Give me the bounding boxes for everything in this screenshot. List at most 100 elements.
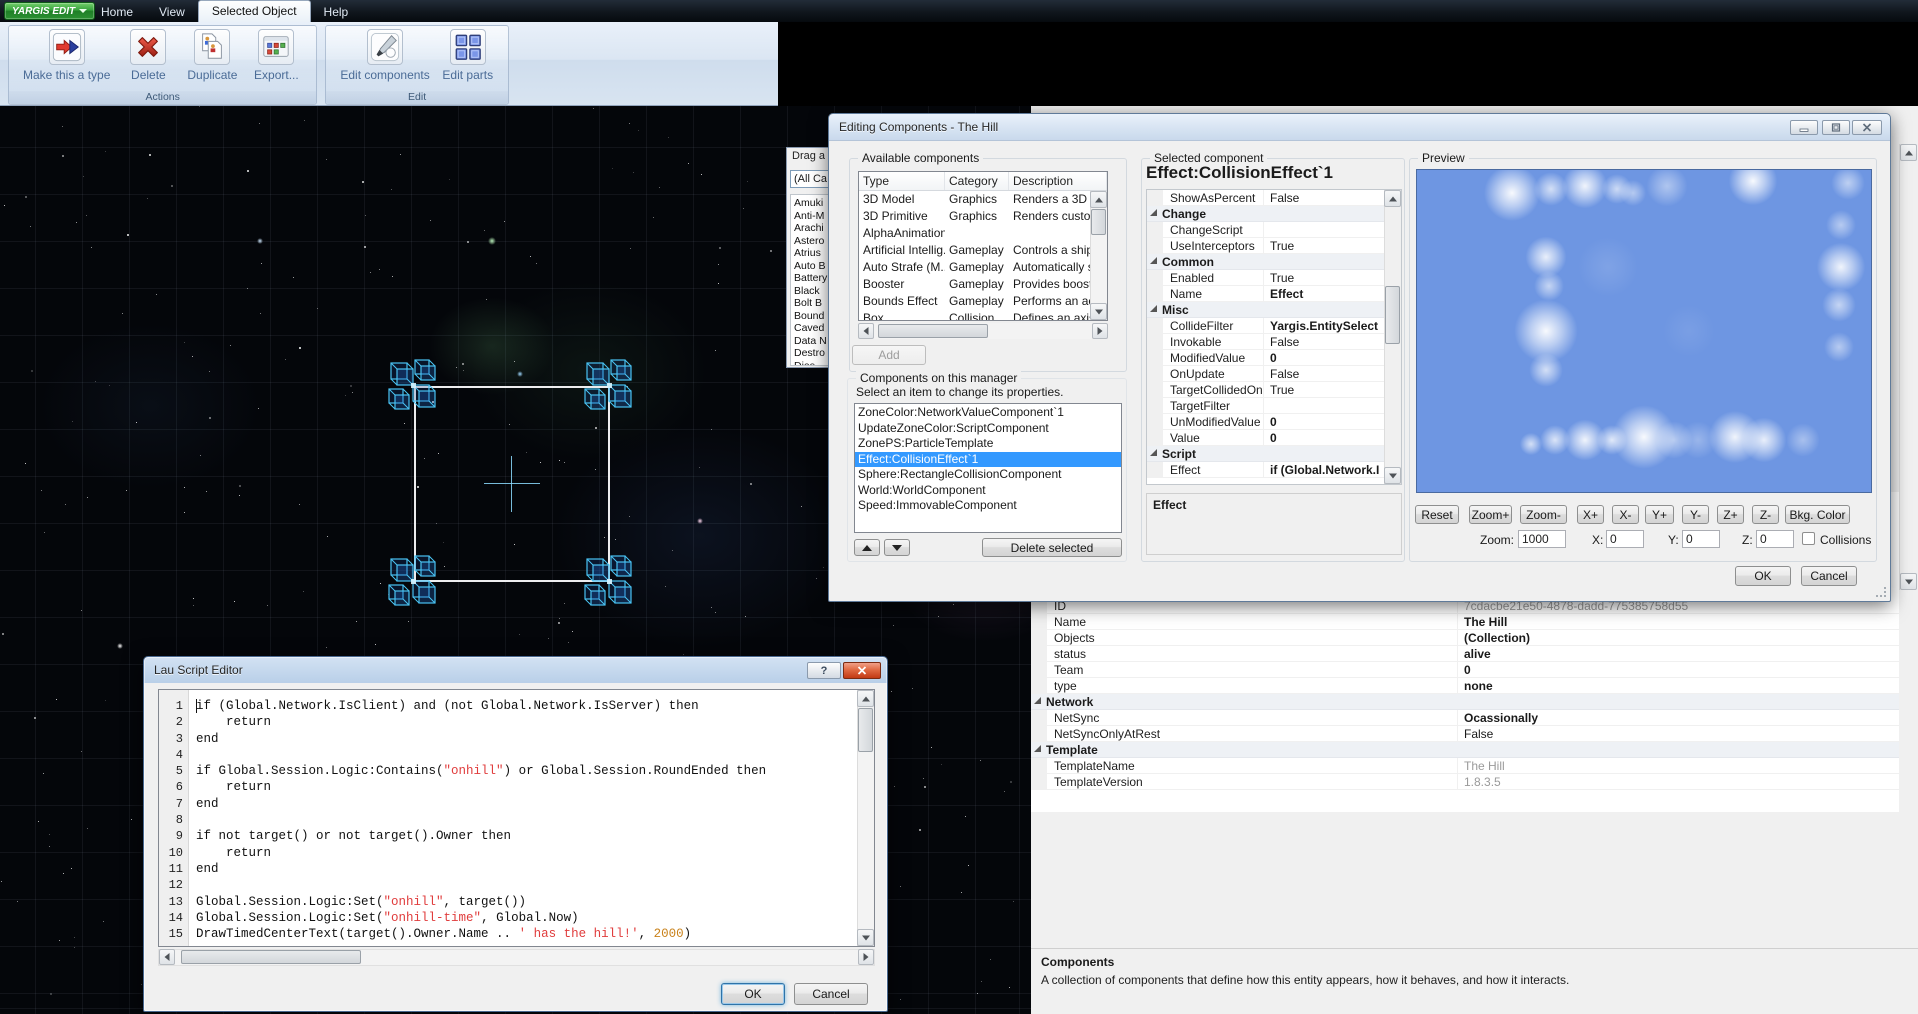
scrollbar-thumb[interactable]	[1385, 286, 1400, 344]
manager-component-item[interactable]: Effect:CollisionEffect`1	[855, 452, 1121, 468]
property-row[interactable]: TargetFilter	[1147, 398, 1384, 414]
component-type-row[interactable]: BoxCollisionDefines an axis align	[859, 310, 1107, 321]
preview-button-zoom[interactable]: Zoom+	[1469, 505, 1512, 524]
dialog-ok-button[interactable]: OK	[1735, 566, 1791, 586]
ribbon-button-delete[interactable]: Delete	[120, 29, 176, 82]
editor-vscrollbar[interactable]	[857, 690, 874, 946]
component-type-row[interactable]: Auto Strafe (M...GameplayAutomatically s…	[859, 259, 1107, 276]
ribbon-button-duplicate[interactable]: Duplicate	[184, 29, 240, 82]
entity-cube-cluster[interactable]	[383, 551, 445, 613]
maximize-button[interactable]	[1822, 120, 1850, 135]
tab-home[interactable]: Home	[88, 2, 146, 22]
property-row[interactable]: typenone	[1031, 678, 1899, 694]
column-header[interactable]: Category	[945, 172, 1009, 190]
scrollbar-thumb[interactable]	[181, 950, 361, 964]
property-row[interactable]: ShowAsPercentFalse	[1147, 190, 1384, 206]
manager-component-item[interactable]: UpdateZoneColor:ScriptComponent	[855, 421, 1121, 437]
delete-selected-button[interactable]: Delete selected	[982, 538, 1122, 557]
property-row[interactable]: NetSyncOcassionally	[1031, 710, 1899, 726]
property-row[interactable]: UseInterceptorsTrue	[1147, 238, 1384, 254]
scroll-up-icon[interactable]	[857, 690, 874, 707]
scroll-up-icon[interactable]	[1384, 190, 1401, 207]
scrollbar-thumb[interactable]	[858, 708, 873, 752]
minimize-button[interactable]	[1790, 120, 1818, 135]
entity-cube-cluster[interactable]	[383, 355, 445, 417]
property-row[interactable]: NameEffect	[1147, 286, 1384, 302]
property-row[interactable]: statusalive	[1031, 646, 1899, 662]
scroll-right-icon[interactable]	[858, 949, 874, 965]
manager-component-item[interactable]: ZoneColor:NetworkValueComponent`1	[855, 405, 1121, 421]
x-value-input[interactable]	[1606, 530, 1644, 548]
property-row[interactable]: ModifiedValue0	[1147, 350, 1384, 366]
property-row[interactable]: InvokableFalse	[1147, 334, 1384, 350]
move-down-button[interactable]	[884, 539, 910, 556]
dialog-title-bar[interactable]: Lau Script Editor ?	[144, 657, 887, 684]
code-editor[interactable]: 123456789101112131415 if (Global.Network…	[158, 689, 875, 947]
available-table-vscrollbar[interactable]	[1090, 191, 1107, 320]
scroll-down-icon[interactable]	[1090, 303, 1107, 320]
ribbon-button-export[interactable]: Export...	[248, 29, 304, 82]
available-table-hscrollbar[interactable]	[858, 323, 1108, 339]
property-row[interactable]: OnUpdateFalse	[1147, 366, 1384, 382]
preview-button-zoom[interactable]: Zoom-	[1520, 505, 1567, 524]
help-button[interactable]: ?	[807, 662, 841, 679]
scroll-left-icon[interactable]	[159, 949, 175, 965]
tab-help[interactable]: Help	[311, 2, 362, 22]
property-row[interactable]: Objects(Collection)	[1031, 630, 1899, 646]
preview-button-x[interactable]: X-	[1612, 505, 1639, 524]
close-button[interactable]	[843, 662, 881, 679]
property-row[interactable]: TemplateNameThe Hill	[1031, 758, 1899, 774]
y-value-input[interactable]	[1682, 530, 1720, 548]
preview-button-z[interactable]: Z-	[1752, 505, 1779, 524]
component-type-row[interactable]: AlphaAnimation	[859, 225, 1107, 242]
property-row[interactable]: CollideFilterYargis.EntitySelect	[1147, 318, 1384, 334]
scroll-down-icon[interactable]	[1384, 467, 1401, 484]
resize-grip[interactable]	[1875, 586, 1887, 598]
manager-component-item[interactable]: World:WorldComponent	[855, 483, 1121, 499]
script-ok-button[interactable]: OK	[721, 983, 785, 1005]
entity-panel-scrollbar[interactable]	[1899, 144, 1916, 590]
tab-selected-object[interactable]: Selected Object	[198, 0, 311, 22]
preview-canvas[interactable]	[1416, 169, 1872, 493]
ribbon-button-make-this-a-type[interactable]: Make this a type	[21, 29, 112, 82]
preview-button-bkg-color[interactable]: Bkg. Color	[1785, 505, 1850, 524]
z-value-input[interactable]	[1756, 530, 1794, 548]
ribbon-button-edit-components[interactable]: Edit components	[338, 29, 431, 82]
property-category[interactable]: Misc	[1147, 302, 1384, 318]
component-type-row[interactable]: 3D PrimitiveGraphicsRenders custom 3D	[859, 208, 1107, 225]
property-row[interactable]: EnabledTrue	[1147, 270, 1384, 286]
property-row[interactable]: Team0	[1031, 662, 1899, 678]
preview-button-y[interactable]: Y-	[1682, 505, 1709, 524]
manager-component-item[interactable]: Sphere:RectangleCollisionComponent	[855, 467, 1121, 483]
property-category[interactable]: Common	[1147, 254, 1384, 270]
scroll-up-icon[interactable]	[1090, 191, 1107, 208]
close-button[interactable]	[1852, 120, 1882, 135]
script-cancel-button[interactable]: Cancel	[794, 983, 868, 1005]
entity-cube-cluster[interactable]	[579, 551, 641, 613]
property-category[interactable]: Network	[1031, 694, 1899, 710]
scroll-up-icon[interactable]	[1900, 144, 1917, 161]
dialog-title-bar[interactable]: Editing Components - The Hill	[829, 114, 1890, 141]
component-type-row[interactable]: 3D ModelGraphicsRenders a 3D mode	[859, 191, 1107, 208]
preview-button-reset[interactable]: Reset	[1415, 505, 1459, 524]
scroll-down-icon[interactable]	[1900, 573, 1917, 590]
scrollbar-thumb[interactable]	[878, 324, 988, 338]
property-category[interactable]: Change	[1147, 206, 1384, 222]
property-row[interactable]: Value0	[1147, 430, 1384, 446]
property-grid-scrollbar[interactable]	[1384, 190, 1401, 484]
property-row[interactable]: UnModifiedValue0	[1147, 414, 1384, 430]
scroll-down-icon[interactable]	[857, 929, 874, 946]
column-header[interactable]: Description	[1009, 172, 1107, 190]
scroll-right-icon[interactable]	[1092, 323, 1108, 339]
scrollbar-thumb[interactable]	[1091, 209, 1106, 235]
editor-hscrollbar[interactable]	[158, 949, 875, 966]
property-row[interactable]: TargetCollidedOnlyTrue	[1147, 382, 1384, 398]
code-text[interactable]: if (Global.Network.IsClient) and (not Gl…	[190, 690, 857, 946]
manager-component-item[interactable]: ZonePS:ParticleTemplate	[855, 436, 1121, 452]
collisions-checkbox[interactable]	[1802, 532, 1815, 545]
preview-button-y[interactable]: Y+	[1645, 505, 1674, 524]
ribbon-button-edit-parts[interactable]: Edit parts	[440, 29, 496, 82]
component-type-row[interactable]: BoosterGameplayProvides boost capa	[859, 276, 1107, 293]
property-row[interactable]: ChangeScript	[1147, 222, 1384, 238]
scroll-left-icon[interactable]	[858, 323, 874, 339]
